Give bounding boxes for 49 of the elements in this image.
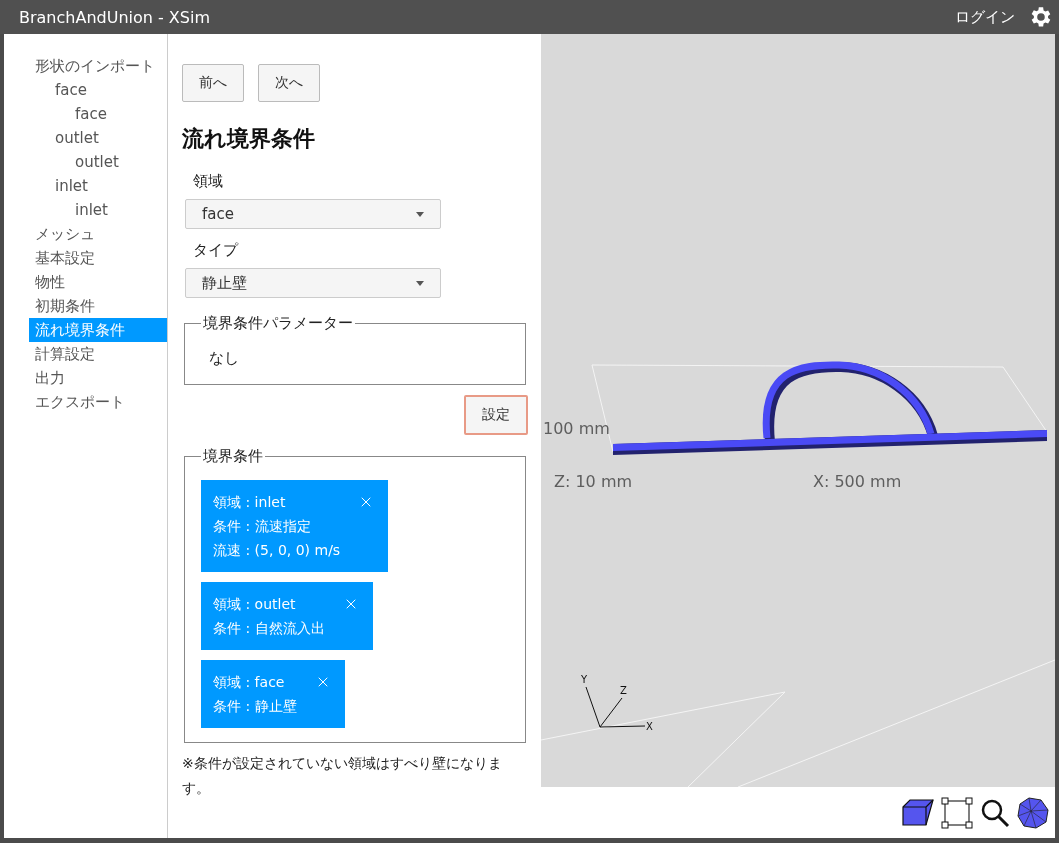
- caret-icon: [416, 280, 424, 286]
- condition-text: 流速 : (5, 0, 0) m/s: [213, 541, 341, 560]
- dropdown[interactable]: 静止壁: [185, 268, 441, 298]
- nav-button[interactable]: 前へ: [182, 64, 244, 102]
- dropdown[interactable]: face: [185, 199, 441, 229]
- sidebar-item[interactable]: 物性: [29, 270, 167, 294]
- field-label: 領域: [192, 172, 224, 191]
- nav-button[interactable]: 次へ: [258, 64, 320, 102]
- section-heading: 流れ境界条件: [182, 125, 316, 153]
- cube-icon[interactable]: [902, 798, 934, 827]
- sidebar-item[interactable]: エクスポート: [29, 390, 167, 414]
- selection-box-icon[interactable]: [941, 796, 973, 829]
- sidebar-item[interactable]: 出力: [29, 366, 167, 390]
- dimension-label: X: 500 mm: [813, 472, 902, 491]
- condition-text: 領域 : face: [213, 673, 286, 692]
- window-title: BranchAndUnion - XSim: [19, 7, 210, 27]
- condition-text: 領域 : outlet: [213, 595, 297, 614]
- search-icon[interactable]: [980, 797, 1010, 828]
- condition-text: 条件 : 自然流入出: [213, 619, 325, 638]
- condition-text: 条件 : 流速指定: [213, 517, 312, 536]
- login-button[interactable]: ログイン: [955, 7, 1015, 27]
- axis-label: Y: [581, 674, 588, 685]
- polyhedron-icon[interactable]: [1017, 796, 1049, 829]
- condition-text: 条件 : 静止壁: [213, 697, 297, 716]
- sidebar-item[interactable]: outlet: [29, 150, 167, 174]
- axis-label: X: [646, 721, 653, 732]
- sidebar-item[interactable]: outlet: [29, 126, 167, 150]
- sidebar-item[interactable]: 初期条件: [29, 294, 167, 318]
- dimension-label: 100 mm: [543, 419, 610, 438]
- sidebar-item[interactable]: inlet: [29, 198, 167, 222]
- panel-legend: 境界条件パラメーター: [201, 314, 355, 333]
- sidebar-item[interactable]: メッシュ: [29, 222, 167, 246]
- sidebar-item[interactable]: 基本設定: [29, 246, 167, 270]
- parameter-text: なし: [208, 348, 240, 369]
- sidebar-item[interactable]: face: [29, 102, 167, 126]
- sidebar-item[interactable]: face: [29, 78, 167, 102]
- field-label: タイプ: [192, 241, 240, 260]
- axes-drawing: [585, 686, 646, 728]
- sidebar-item[interactable]: 計算設定: [29, 342, 167, 366]
- caret-icon: [416, 211, 424, 217]
- note-text: ※条件が設定されていない領域はすべり壁になります。: [182, 754, 503, 798]
- axis-label: Z: [620, 685, 627, 696]
- 3d-viewport[interactable]: 100 mm Z: 10 mm X: 500 mm Y Z X: [541, 34, 1055, 787]
- set-button[interactable]: 設定: [464, 395, 528, 435]
- panel-legend: 境界条件: [201, 447, 265, 466]
- sidebar-item[interactable]: 形状のインポート: [29, 54, 167, 78]
- dimension-label: Z: 10 mm: [554, 472, 633, 491]
- sidebar-item[interactable]: inlet: [29, 174, 167, 198]
- condition-text: 領域 : inlet: [213, 493, 287, 512]
